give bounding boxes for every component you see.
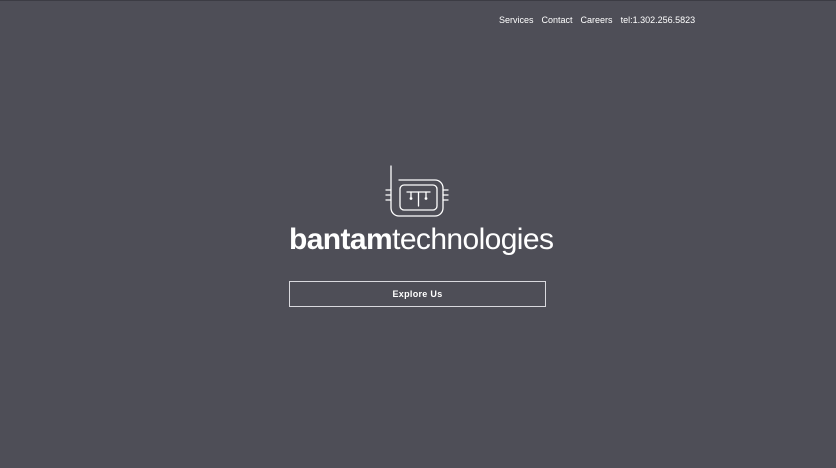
top-border	[0, 0, 836, 1]
brand-name-bold: bantam	[289, 223, 393, 256]
nav-phone-link[interactable]: tel:1.302.256.5823	[621, 14, 696, 26]
explore-us-button[interactable]: Explore Us	[289, 281, 546, 307]
nav-careers-link[interactable]: Careers	[581, 14, 613, 26]
brand-name-light: technologies	[392, 223, 554, 256]
nav-contact-link[interactable]: Contact	[542, 14, 573, 26]
circuit-chip-t-icon	[385, 165, 449, 217]
brand-wordmark: bantamtechnologies	[289, 222, 554, 258]
nav-services-link[interactable]: Services	[499, 14, 534, 26]
main-nav: Services Contact Careers tel:1.302.256.5…	[499, 14, 695, 26]
